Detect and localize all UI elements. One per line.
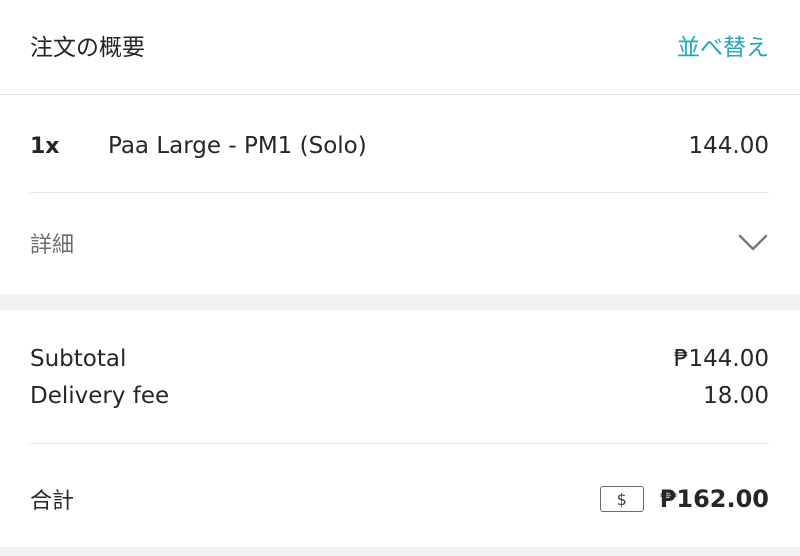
- delivery-fee-label: Delivery fee: [30, 383, 170, 409]
- delivery-fee-value: 18.00: [703, 383, 769, 409]
- total-label: 合計: [30, 489, 75, 514]
- chevron-down-icon[interactable]: [737, 227, 769, 259]
- total-amount-group: $ ₱162.00: [599, 485, 769, 513]
- order-items-card: 注文の概要 並べ替え 1x Paa Large - PM1 (Solo) 144…: [0, 0, 800, 294]
- subtotal-label: Subtotal: [30, 346, 127, 372]
- subtotal-row: Subtotal ₱144.00: [30, 339, 769, 379]
- divider: [0, 94, 800, 95]
- item-name: Paa Large - PM1 (Solo): [108, 133, 367, 159]
- total-row: 合計 $ ₱162.00: [30, 476, 769, 522]
- order-summary-title: 注文の概要: [30, 35, 145, 61]
- divider: [30, 443, 769, 444]
- item-quantity: 1x: [30, 133, 60, 159]
- details-label: 詳細: [30, 233, 75, 258]
- details-toggle[interactable]: 詳細: [30, 220, 769, 266]
- item-price: 144.00: [688, 133, 769, 159]
- total-value: ₱162.00: [659, 485, 769, 513]
- delivery-fee-row: Delivery fee 18.00: [30, 376, 769, 416]
- cash-icon: $: [599, 486, 644, 512]
- subtotal-value: ₱144.00: [673, 346, 769, 372]
- reorder-button[interactable]: 並べ替え: [677, 28, 769, 62]
- divider: [30, 192, 769, 193]
- order-item-row: 1x Paa Large - PM1 (Solo) 144.00: [30, 124, 769, 168]
- order-summary-header: 注文の概要 並べ替え: [30, 23, 769, 67]
- order-summary-screen: 注文の概要 並べ替え 1x Paa Large - PM1 (Solo) 144…: [0, 0, 800, 556]
